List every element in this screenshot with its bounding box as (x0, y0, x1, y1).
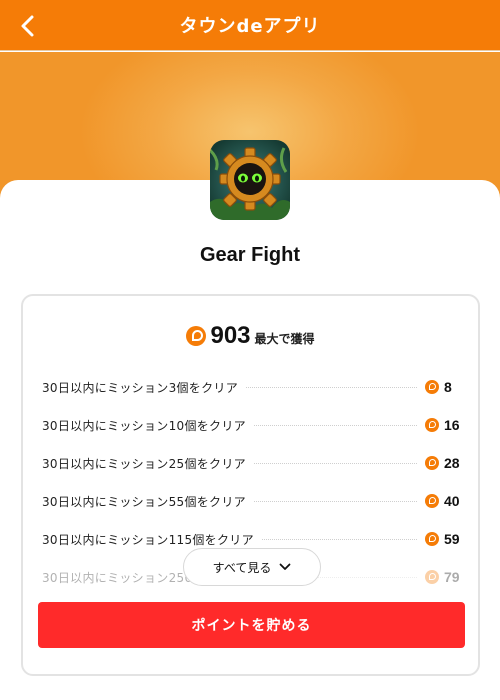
mission-points: 8 (444, 379, 452, 395)
chevron-left-icon (21, 15, 34, 37)
save-points-button[interactable]: ポイントを貯める (38, 602, 465, 648)
header-title: タウンdeアプリ (179, 16, 321, 37)
points-card: 903 最大で獲得 30日以内にミッション3個をクリア 8 30日以内にミッショ… (21, 294, 480, 676)
save-points-label: ポイントを貯める (191, 618, 312, 634)
back-button[interactable] (16, 12, 42, 40)
mission-reward: 79 (425, 569, 460, 585)
mission-reward: 16 (425, 417, 460, 433)
mission-label: 30日以内にミッション10個をクリア (42, 418, 246, 433)
mission-points: 59 (444, 531, 460, 547)
mission-label: 30日以内にミッション3個をクリア (42, 380, 239, 395)
point-coin-icon (425, 456, 439, 470)
see-all-label: すべて見る (212, 560, 272, 575)
see-all-button[interactable]: すべて見る (183, 548, 321, 586)
mission-row: 30日以内にミッション3個をクリア 8 (42, 368, 460, 406)
point-coin-icon (425, 570, 439, 584)
app-header: タウンdeアプリ (0, 0, 500, 51)
mission-reward: 8 (425, 379, 460, 395)
mission-reward: 59 (425, 531, 460, 547)
mission-points: 79 (444, 569, 460, 585)
dotted-leader (253, 424, 417, 426)
point-coin-icon (425, 380, 439, 394)
app-icon (210, 140, 290, 220)
mission-row: 30日以内にミッション55個をクリア 40 (42, 482, 460, 520)
mission-points: 40 (444, 493, 460, 509)
point-coin-icon (425, 418, 439, 432)
point-coin-icon (186, 326, 207, 346)
point-coin-icon (425, 532, 439, 546)
gear-creature-icon (210, 140, 290, 220)
dotted-leader (246, 386, 417, 388)
app-name: Gear Fight (199, 244, 300, 266)
mission-label: 30日以内にミッション115個をクリア (42, 532, 254, 547)
mission-label: 30日以内にミッション55個をクリア (42, 494, 246, 509)
dotted-leader (261, 538, 417, 540)
mission-label: 30日以内にミッション250 (42, 570, 193, 585)
total-points-suffix: 最大で獲得 (254, 332, 315, 346)
total-points: 903 最大で獲得 (23, 322, 478, 350)
mission-row: 30日以内にミッション25個をクリア 28 (42, 444, 460, 482)
mission-reward: 28 (425, 455, 460, 471)
dotted-leader (253, 500, 417, 502)
mission-points: 28 (444, 455, 460, 471)
mission-row: 30日以内にミッション10個をクリア 16 (42, 406, 460, 444)
dotted-leader (253, 462, 417, 464)
point-coin-icon (425, 494, 439, 508)
chevron-down-icon (279, 563, 291, 570)
mission-label: 30日以内にミッション25個をクリア (42, 456, 246, 471)
mission-reward: 40 (425, 493, 460, 509)
mission-points: 16 (444, 417, 460, 433)
total-points-value: 903 (210, 322, 251, 349)
